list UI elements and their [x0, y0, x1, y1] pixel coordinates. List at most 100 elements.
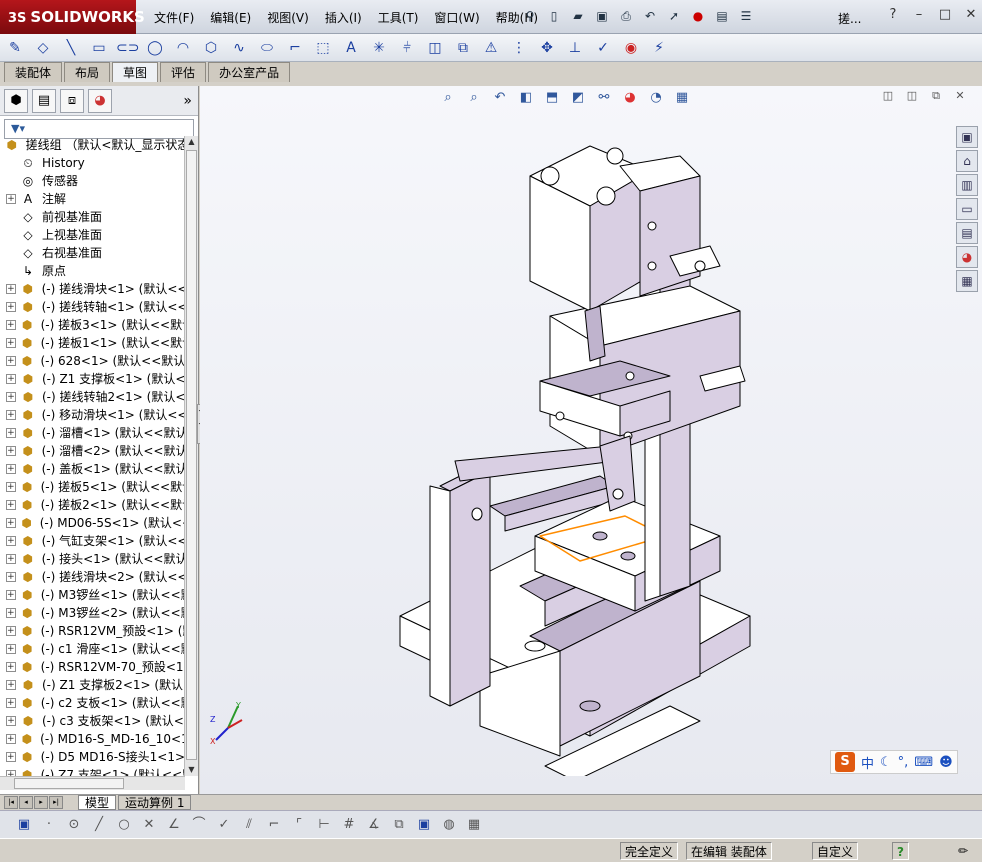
slot-icon[interactable]: ⊂⊃ [116, 37, 139, 59]
camera-icon[interactable]: ◍ [439, 815, 459, 835]
check-icon[interactable]: ✓ [214, 815, 234, 835]
sketch-icon[interactable]: ✎ [4, 37, 26, 59]
point-tool-icon[interactable]: · [39, 815, 59, 835]
tree-node[interactable]: + ⬢ (-) 溜槽<1> (默认<<默认 [0, 424, 185, 442]
tree-node[interactable]: ◇ 上视基准面 [0, 226, 185, 244]
expand-icon[interactable]: + [6, 554, 16, 564]
help-icon[interactable]: ? [884, 6, 902, 24]
expand-icon[interactable]: + [6, 644, 16, 654]
appearances-icon[interactable]: ◕ [956, 246, 978, 268]
expand-icon[interactable]: + [6, 752, 16, 762]
tab-model[interactable]: 模型 [78, 795, 117, 810]
close-button[interactable]: ✕ [962, 6, 980, 24]
menu-file[interactable]: 文件(F) [146, 0, 202, 34]
expand-icon[interactable]: + [6, 356, 16, 366]
options-icon[interactable]: ☰ [736, 6, 756, 26]
menu-view[interactable]: 视图(V) [259, 0, 317, 34]
tab-assembly[interactable]: 装配体 [4, 62, 63, 82]
display-style-icon[interactable]: ◩ [568, 88, 588, 108]
sketch-fillet-icon[interactable]: ⌒ [189, 815, 209, 835]
tree-node[interactable]: + ⬢ (-) 搓板5<1> (默认<<默认 [0, 478, 185, 496]
tree-node[interactable]: ◎ 传感器 [0, 172, 185, 190]
scroll-thumb[interactable] [186, 150, 197, 760]
point-icon[interactable]: ✳ [368, 37, 390, 59]
tree-node[interactable]: + ⬢ (-) 搓板1<1> (默认<<默认 [0, 334, 185, 352]
polygon-tool-icon[interactable]: ○ [114, 815, 134, 835]
home-icon[interactable]: ⌂ [956, 150, 978, 172]
box-icon[interactable]: ⧉ [389, 815, 409, 835]
angle-tool-icon[interactable]: ∠ [164, 815, 184, 835]
text-icon[interactable]: A [340, 37, 362, 59]
linear-pattern-icon[interactable]: ⋮ [508, 37, 530, 59]
viewport-close-icon[interactable]: ✕ [952, 88, 968, 104]
graphics-area[interactable]: ⌕ ⌕ ↶ ◧ ⬒ ◩ ⚯ ◕ ◔ ▦ ◫ ◫ ⧉ ✕ ▣ ⌂ ▥ ▭ ▤ ◕ … [200, 86, 982, 794]
tab-layout[interactable]: 布局 [64, 62, 111, 82]
open-icon[interactable]: ▰ [568, 6, 588, 26]
section-view-icon[interactable]: ◧ [516, 88, 536, 108]
circle-tool-icon[interactable]: ⊙ [64, 815, 84, 835]
polygon-icon[interactable]: ⬡ [200, 37, 222, 59]
scroll-thumb-horizontal[interactable] [14, 778, 124, 789]
expand-icon[interactable]: + [6, 680, 16, 690]
more-tabs-icon[interactable]: » [183, 93, 192, 109]
view-palette-icon[interactable]: ▤ [956, 222, 978, 244]
menu-edit[interactable]: 编辑(E) [202, 0, 259, 34]
user-icon[interactable]: ☻ [939, 755, 953, 770]
hide-show-items-icon[interactable]: ⚯ [594, 88, 614, 108]
plane-tool-icon[interactable]: ⬚ [312, 37, 334, 59]
line-icon[interactable]: ╲ [60, 37, 82, 59]
dashed-corner-icon[interactable]: ⌜ [289, 815, 309, 835]
tab-office-products[interactable]: 办公室产品 [208, 62, 291, 82]
tree-node[interactable]: + ⬢ (-) 搓线滑块<1> (默认<< [0, 280, 185, 298]
expand-icon[interactable]: + [6, 302, 16, 312]
viewport-maximize-icon[interactable]: ⧉ [928, 88, 944, 104]
tree-node[interactable]: + ⬢ (-) c3 支板架<1> (默认< [0, 712, 185, 730]
tree-node[interactable]: + ⬢ (-) 搓板3<1> (默认<<默认 [0, 316, 185, 334]
ellipse-icon[interactable]: ⬭ [256, 37, 278, 59]
smart-dimension-icon[interactable]: ◇ [32, 37, 54, 59]
display-relations-icon[interactable]: ⊥ [564, 37, 586, 59]
menu-insert[interactable]: 插入(I) [317, 0, 370, 34]
expand-icon[interactable]: + [6, 428, 16, 438]
tree-node[interactable]: + ⬢ (-) Z7 支架<1> (默认<<默 [0, 766, 185, 776]
tree-node[interactable]: ↳ 原点 [0, 262, 185, 280]
expand-icon[interactable]: + [6, 734, 16, 744]
assembly-model[interactable] [370, 116, 790, 776]
expand-icon[interactable]: + [6, 518, 16, 528]
tree-vertical-scrollbar[interactable]: ▲ ▼ [184, 136, 198, 776]
expand-icon[interactable]: + [6, 284, 16, 294]
line-tool-icon[interactable]: ╱ [89, 815, 109, 835]
expand-icon[interactable]: + [6, 500, 16, 510]
configuration-manager-tab-icon[interactable]: ⧈ [60, 88, 84, 113]
tree-node[interactable]: + ⬢ (-) 气缸支架<1> (默认<< [0, 532, 185, 550]
trim-icon[interactable]: ⫩ [396, 37, 418, 59]
expand-icon[interactable]: + [6, 320, 16, 330]
expand-icon[interactable]: + [6, 590, 16, 600]
dimension-icon[interactable]: ⊢ [314, 815, 334, 835]
mirror-icon[interactable]: ⚠ [480, 37, 502, 59]
viewport-tile-icon[interactable]: ◫ [904, 88, 920, 104]
spline-icon[interactable]: ∿ [228, 37, 250, 59]
ime-language[interactable]: 中 [861, 753, 874, 772]
menu-tools[interactable]: 工具(T) [370, 0, 427, 34]
tree-node[interactable]: + ⬢ (-) MD06-5S<1> (默认<<默 [0, 514, 185, 532]
status-units[interactable]: 自定义 [812, 842, 859, 860]
offset-icon[interactable]: ⧉ [452, 37, 474, 59]
angle-dimension-icon[interactable]: ∡ [364, 815, 384, 835]
tree-node[interactable]: + ⬢ (-) MD16-S_MD-16_10<1> [0, 730, 185, 748]
tree-horizontal-scrollbar[interactable] [0, 776, 185, 790]
expand-icon[interactable]: + [6, 626, 16, 636]
trim-tool-icon[interactable]: ✕ [139, 815, 159, 835]
tree-root[interactable]: ⬢ 搓线组 （默认<默认_显示状态 [0, 136, 185, 154]
rectangle-icon[interactable]: ▭ [88, 37, 110, 59]
tree-node[interactable]: + ⬢ (-) 盖板<1> (默认<<默认 [0, 460, 185, 478]
next-tab-icon[interactable]: ▸ [34, 796, 48, 809]
pencil-status-icon[interactable]: ✏ [954, 842, 972, 860]
ime-toolbar[interactable]: S 中 ☾ °, ⌨ ☻ [830, 750, 958, 774]
minimize-button[interactable]: – [910, 6, 928, 24]
feature-manager-tab-icon[interactable]: ⬢ [4, 88, 28, 113]
expand-icon[interactable]: + [6, 446, 16, 456]
last-tab-icon[interactable]: ▸| [49, 796, 63, 809]
property-manager-tab-icon[interactable]: ▤ [32, 88, 56, 113]
tab-sketch[interactable]: 草图 [112, 62, 159, 82]
